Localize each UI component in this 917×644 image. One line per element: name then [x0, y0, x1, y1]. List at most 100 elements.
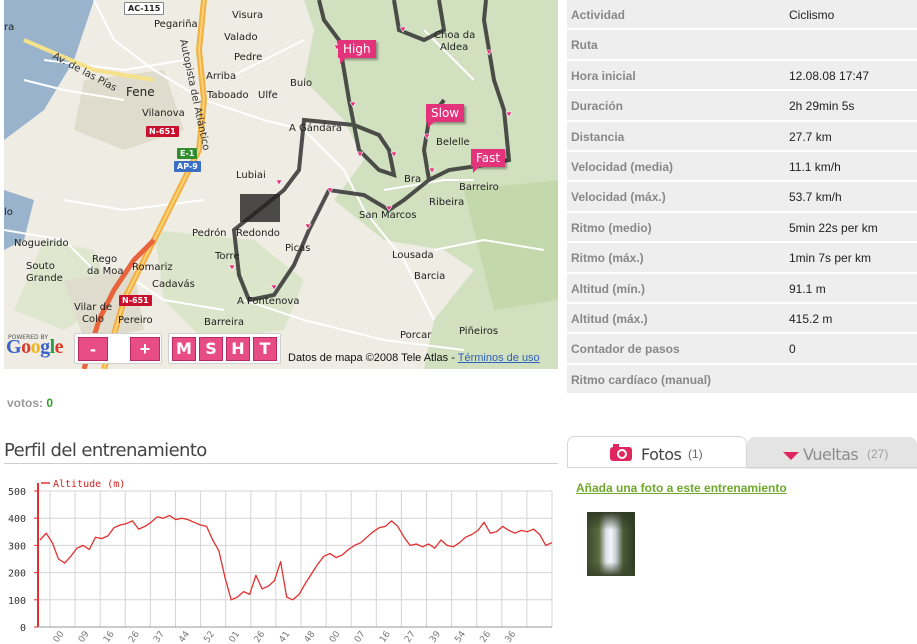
legend-label: Altitude (m) — [53, 479, 125, 490]
svg-text:Nogueirido: Nogueirido — [14, 238, 69, 249]
svg-text:da Moa: da Moa — [87, 266, 124, 277]
svg-text:Fene: Fene — [126, 85, 155, 99]
zoom-out-button[interactable]: - — [78, 337, 108, 361]
y-tick-label: 100 — [8, 596, 26, 607]
tab-fotos-label: Fotos — [641, 445, 682, 464]
x-tick-label: 00 — [328, 629, 343, 644]
y-tick-label: 400 — [8, 514, 26, 525]
google-logo-g: G — [6, 336, 22, 358]
stat-value: 11.1 km/h — [789, 159, 841, 174]
x-tick-label: 26 — [253, 629, 268, 644]
stat-row: Hora inicial 12.08.08 17:47 — [567, 60, 917, 92]
svg-text:Valado: Valado — [224, 32, 258, 43]
road-shield-e1: E-1 — [177, 148, 198, 159]
svg-text:Bra: Bra — [404, 174, 421, 185]
votes: votos: 0 — [7, 396, 53, 410]
tab-vueltas[interactable]: Vueltas (27) — [747, 437, 917, 469]
stat-label: Ritmo cardíaco (manual) — [571, 372, 712, 387]
stat-value: 12.08.08 17:47 — [789, 68, 870, 83]
y-tick-label: 200 — [8, 569, 26, 580]
stat-row: Distancia 27.7 km — [567, 121, 917, 152]
svg-text:Choa da: Choa da — [434, 30, 475, 41]
stat-row: Actividad Ciclismo — [567, 0, 917, 31]
y-tick-label: 0 — [20, 623, 26, 634]
svg-text:Barreiro: Barreiro — [459, 182, 499, 193]
tab-fotos[interactable]: Fotos (1) — [567, 436, 747, 468]
svg-text:Pereiro: Pereiro — [118, 315, 153, 326]
stat-row: Velocidad (media) 11.1 km/h — [567, 151, 917, 183]
y-tick-label: 500 — [8, 487, 26, 498]
tab-fotos-count: (1) — [688, 447, 703, 461]
svg-text:Romariz: Romariz — [132, 262, 173, 273]
svg-text:Pegariña: Pegariña — [154, 19, 198, 30]
triangle-down-icon — [783, 452, 799, 460]
map-credit-text: Datos de mapa ©2008 Tele Atlas - — [288, 352, 455, 364]
svg-text:Pedrón: Pedrón — [192, 227, 227, 239]
stat-label: Contador de pasos — [571, 342, 680, 357]
svg-text:Ribeira: Ribeira — [429, 197, 464, 208]
x-tick-label: 37 — [152, 630, 167, 644]
x-tick-label: 26 — [478, 629, 493, 644]
route-map[interactable]: Visura Pegariña Valado Pedre Arriba Tabo… — [4, 0, 558, 369]
stat-value: 91.1 m — [789, 281, 826, 296]
svg-text:Grande: Grande — [26, 273, 63, 284]
svg-text:A Fontenova: A Fontenova — [237, 296, 299, 307]
x-tick-label: 16 — [102, 629, 117, 644]
stat-value: 5min 22s per km — [789, 220, 878, 235]
google-logo-o1: o — [21, 336, 31, 358]
workout-stats-table: Actividad Ciclismo Ruta Hora inicial 12.08.0… — [567, 0, 917, 396]
stat-label: Ritmo (máx.) — [571, 251, 644, 266]
svg-text:Souto: Souto — [26, 261, 55, 272]
svg-text:A Gándara: A Gándara — [289, 122, 342, 134]
map-type-t-button[interactable]: T — [253, 337, 277, 361]
zoom-in-button[interactable]: + — [130, 337, 160, 361]
stat-row: Ritmo (máx.) 1min 7s per km — [567, 243, 917, 274]
altitude-chart: 0 100 200 300 400 500 00 09 16 26 37 44 52 01 26 41 48 00… — [8, 479, 553, 644]
media-tabs: Fotos (1) Vueltas (27) — [567, 436, 917, 469]
stat-row: Velocidad (máx.) 53.7 km/h — [567, 182, 917, 213]
stat-label: Hora inicial — [571, 68, 636, 83]
votes-count[interactable]: 0 — [46, 396, 53, 410]
speed-tag-slow[interactable]: Slow — [426, 104, 465, 128]
map-type-m-button[interactable]: M — [172, 337, 196, 361]
stat-label: Duración — [571, 99, 624, 114]
svg-text:Taboado: Taboado — [206, 90, 249, 101]
svg-text:Visura: Visura — [232, 10, 263, 21]
x-tick-label: 00 — [52, 629, 67, 644]
stat-row: Ritmo cardíaco (manual) — [567, 364, 917, 396]
svg-text:San Marcos: San Marcos — [359, 210, 416, 221]
svg-text:Ulfe: Ulfe — [258, 90, 278, 101]
stat-row: Ruta — [567, 30, 917, 61]
stat-row: Altitud (máx.) 415.2 m — [567, 303, 917, 335]
stat-label: Velocidad (media) — [571, 159, 674, 174]
stat-row: Contador de pasos 0 — [567, 334, 917, 365]
tab-underline — [567, 467, 917, 468]
map-type-s-button[interactable]: S — [199, 337, 223, 361]
speed-tag-fast[interactable]: Fast — [471, 149, 506, 173]
stat-value: 0 — [789, 342, 796, 357]
photo-thumbnail[interactable] — [587, 512, 635, 576]
tab-vueltas-count: (27) — [867, 447, 889, 461]
x-tick-label: 16 — [378, 629, 393, 644]
road-shield-ac115: AC-115 — [124, 2, 165, 15]
map-type-control: M S H T — [168, 333, 281, 364]
map-canvas[interactable]: Visura Pegariña Valado Pedre Arriba Tabo… — [4, 0, 558, 369]
stat-label: Ritmo (medio) — [571, 220, 652, 235]
stat-label: Altitud (máx.) — [571, 311, 648, 326]
add-photo-link[interactable]: Añada una foto a este entrenamiento — [576, 481, 787, 495]
speed-tag-high[interactable]: High — [338, 40, 376, 64]
map-type-h-button[interactable]: H — [226, 337, 250, 361]
road-shield-n651: N-651 — [146, 126, 179, 137]
svg-text:Picas: Picas — [285, 243, 310, 254]
stat-label: Ruta — [571, 38, 598, 53]
svg-text:Barreira: Barreira — [204, 317, 244, 328]
road-shield-ap9: AP-9 — [174, 161, 201, 172]
stat-label: Actividad — [571, 8, 626, 22]
stat-label: Velocidad (máx.) — [571, 190, 666, 205]
google-logo-e: e — [54, 336, 64, 358]
x-tick-label: 54 — [453, 629, 468, 644]
start-marker — [240, 194, 280, 222]
x-tick-label: 09 — [77, 629, 92, 644]
terms-of-use-link[interactable]: Términos de uso — [458, 352, 540, 364]
google-logo[interactable]: Google — [6, 336, 64, 359]
